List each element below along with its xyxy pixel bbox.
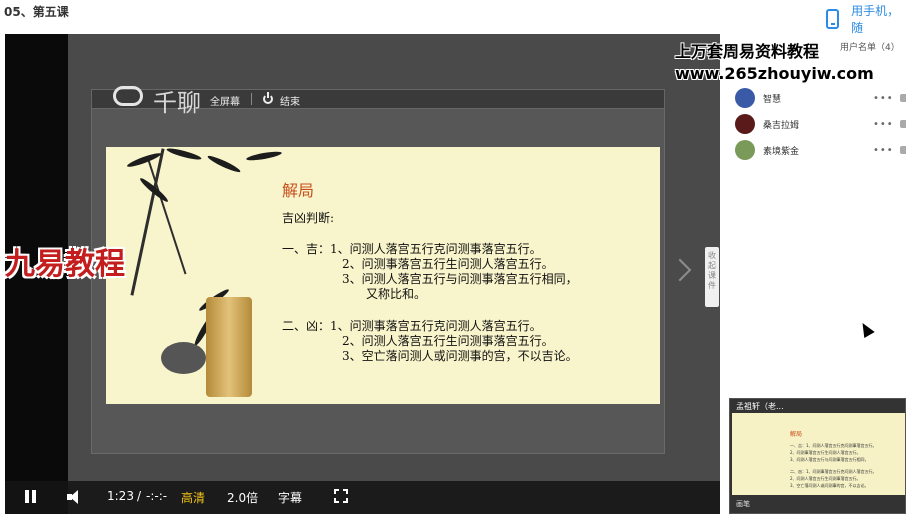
- bamboo-stem: [147, 159, 187, 275]
- subtitles-button[interactable]: 字幕: [278, 489, 302, 506]
- top-bar: 05、第五课 用手机，随: [0, 0, 906, 36]
- user-name: 素境紫金: [763, 146, 800, 157]
- fullscreen-icon[interactable]: [334, 489, 348, 503]
- more-icon[interactable]: •••: [873, 145, 894, 156]
- time-current: 1:23: [107, 489, 134, 503]
- teapot-image: [161, 342, 206, 374]
- thumbnail-line: 2、问测人落宫五行生问测事落宫五行。: [790, 476, 861, 481]
- mic-icon[interactable]: [900, 94, 906, 102]
- thumbnail-line: 一、吉：1、问测人落宫五行克问测事落宫五行。: [790, 443, 877, 448]
- watermark-url: www.265zhouyiw.com: [675, 64, 874, 83]
- bamboo-leaf: [206, 153, 242, 175]
- thumbnail-line: 3、问测人落宫五行与问测事落宫五行相同，: [790, 457, 869, 462]
- next-slide-icon[interactable]: [668, 258, 692, 282]
- phone-link[interactable]: 用手机，随: [826, 2, 906, 36]
- phone-link-label[interactable]: 用手机，随: [851, 2, 906, 36]
- scroll-image: [206, 297, 252, 397]
- volume-icon[interactable]: [67, 490, 85, 504]
- more-icon[interactable]: •••: [873, 93, 894, 104]
- thumbnail-footer: 画笔: [736, 500, 750, 508]
- avatar: [735, 114, 755, 134]
- user-list-header: 用户名单（4）: [840, 43, 900, 53]
- time-total: -:-:-: [146, 489, 168, 503]
- user-row[interactable]: 智慧 •••: [735, 88, 906, 108]
- user-name: 智慧: [763, 94, 782, 105]
- phone-icon: [826, 9, 840, 29]
- more-icon[interactable]: •••: [873, 119, 894, 130]
- bamboo-leaf: [245, 149, 283, 163]
- bamboo-stem: [130, 148, 165, 296]
- thumbnail-line: 二、凶：1、问测事落宫五行克问测人落宫五行。: [790, 469, 877, 474]
- slide-line: 3、空亡落问测人或问测事的宫，不以吉论。: [342, 349, 578, 363]
- quality-button[interactable]: 高清: [181, 489, 205, 506]
- toolbar-divider: [251, 93, 252, 105]
- video-player[interactable]: 千聊 全屏幕 结束 解局 吉凶判断: 一、吉：1、问测人落宫五行克问测事落宫五行…: [5, 34, 906, 514]
- course-title: 05、第五课: [4, 5, 69, 19]
- slide-line: 又称比和。: [366, 287, 427, 301]
- logo-cat-icon: [113, 86, 143, 106]
- bamboo-leaf: [126, 151, 162, 169]
- thumbnail-line: 3、空亡落问测人或问测事的宫，不以吉论。: [790, 483, 869, 488]
- thumbnail-title: 孟祖轩（老...: [736, 402, 784, 411]
- time-separator: /: [137, 489, 142, 503]
- avatar: [735, 140, 755, 160]
- mic-icon[interactable]: [900, 146, 906, 154]
- speed-button[interactable]: 2.0倍: [227, 489, 258, 506]
- watermark-top: 上万套周易资料教程: [675, 42, 820, 61]
- fullscreen-button[interactable]: 全屏幕: [210, 93, 240, 108]
- thumbnail-slide-title: 解局: [790, 431, 803, 438]
- mic-icon[interactable]: [900, 120, 906, 128]
- slide-subtitle: 吉凶判断:: [282, 211, 335, 225]
- pause-icon[interactable]: [25, 490, 37, 503]
- thumbnail-line: 2、问测事落宫五行生问测人落宫五行。: [790, 450, 861, 455]
- thumbnail-slide: 解局 一、吉：1、问测人落宫五行克问测事落宫五行。 2、问测事落宫五行生问测人落…: [732, 413, 905, 495]
- slide-title: 解局: [282, 181, 315, 200]
- avatar: [735, 88, 755, 108]
- watermark-left: 九易教程: [5, 247, 125, 282]
- collapse-slides-tab[interactable]: 收起课件: [705, 247, 719, 307]
- user-row[interactable]: 桑吉拉姆 •••: [735, 114, 906, 134]
- power-icon[interactable]: [263, 92, 273, 104]
- logo-text: 千聊: [153, 89, 201, 117]
- teacher-thumbnail[interactable]: 孟祖轩（老... 解局 一、吉：1、问测人落宫五行克问测事落宫五行。 2、问测事…: [729, 398, 906, 514]
- user-name: 桑吉拉姆: [763, 120, 800, 131]
- slide-content: 解局 吉凶判断: 一、吉：1、问测人落宫五行克问测事落宫五行。 2、问测事落宫五…: [106, 147, 660, 404]
- user-row[interactable]: 素境紫金 •••: [735, 140, 906, 160]
- bamboo-leaf: [165, 147, 203, 162]
- video-stage[interactable]: 千聊 全屏幕 结束 解局 吉凶判断: 一、吉：1、问测人落宫五行克问测事落宫五行…: [68, 34, 720, 514]
- end-button[interactable]: 结束: [280, 93, 300, 108]
